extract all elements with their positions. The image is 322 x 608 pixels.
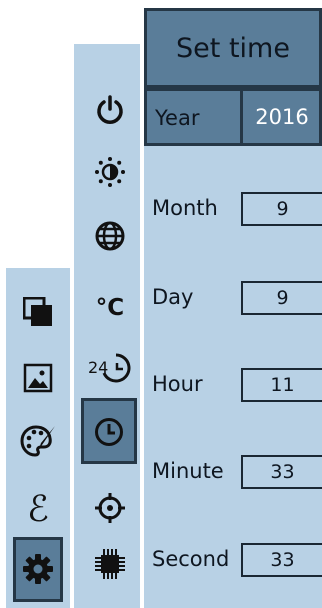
- power-icon[interactable]: [88, 88, 132, 132]
- hour-field[interactable]: 11: [241, 368, 322, 402]
- second-field[interactable]: 33: [241, 543, 322, 577]
- year-label: Year: [155, 106, 200, 130]
- minute-label: Minute: [152, 459, 224, 483]
- layers-icon[interactable]: [17, 290, 59, 334]
- celsius-icon[interactable]: °C: [84, 286, 136, 330]
- second-label: Second: [152, 547, 230, 571]
- day-field[interactable]: 9: [241, 281, 322, 315]
- 24h-icon[interactable]: 24: [84, 346, 136, 390]
- minute-field[interactable]: 33: [241, 455, 322, 489]
- clock-icon[interactable]: [85, 410, 133, 454]
- epsilon-icon[interactable]: ℰ: [15, 486, 61, 532]
- day-label: Day: [152, 285, 194, 309]
- globe-icon[interactable]: [88, 214, 132, 258]
- 24h-label: 24: [88, 358, 108, 377]
- chip-icon[interactable]: [88, 542, 132, 586]
- year-field[interactable]: 2016: [240, 88, 322, 146]
- crosshair-icon[interactable]: [88, 486, 132, 530]
- year-row[interactable]: Year 2016: [144, 88, 322, 146]
- brightness-icon[interactable]: [88, 150, 132, 194]
- image-icon[interactable]: [17, 356, 59, 400]
- palette-icon[interactable]: [15, 418, 61, 464]
- gear-icon[interactable]: [16, 546, 60, 592]
- hour-label: Hour: [152, 372, 203, 396]
- month-field[interactable]: 9: [241, 192, 322, 226]
- panel-title: Set time: [144, 8, 322, 88]
- month-label: Month: [152, 196, 218, 220]
